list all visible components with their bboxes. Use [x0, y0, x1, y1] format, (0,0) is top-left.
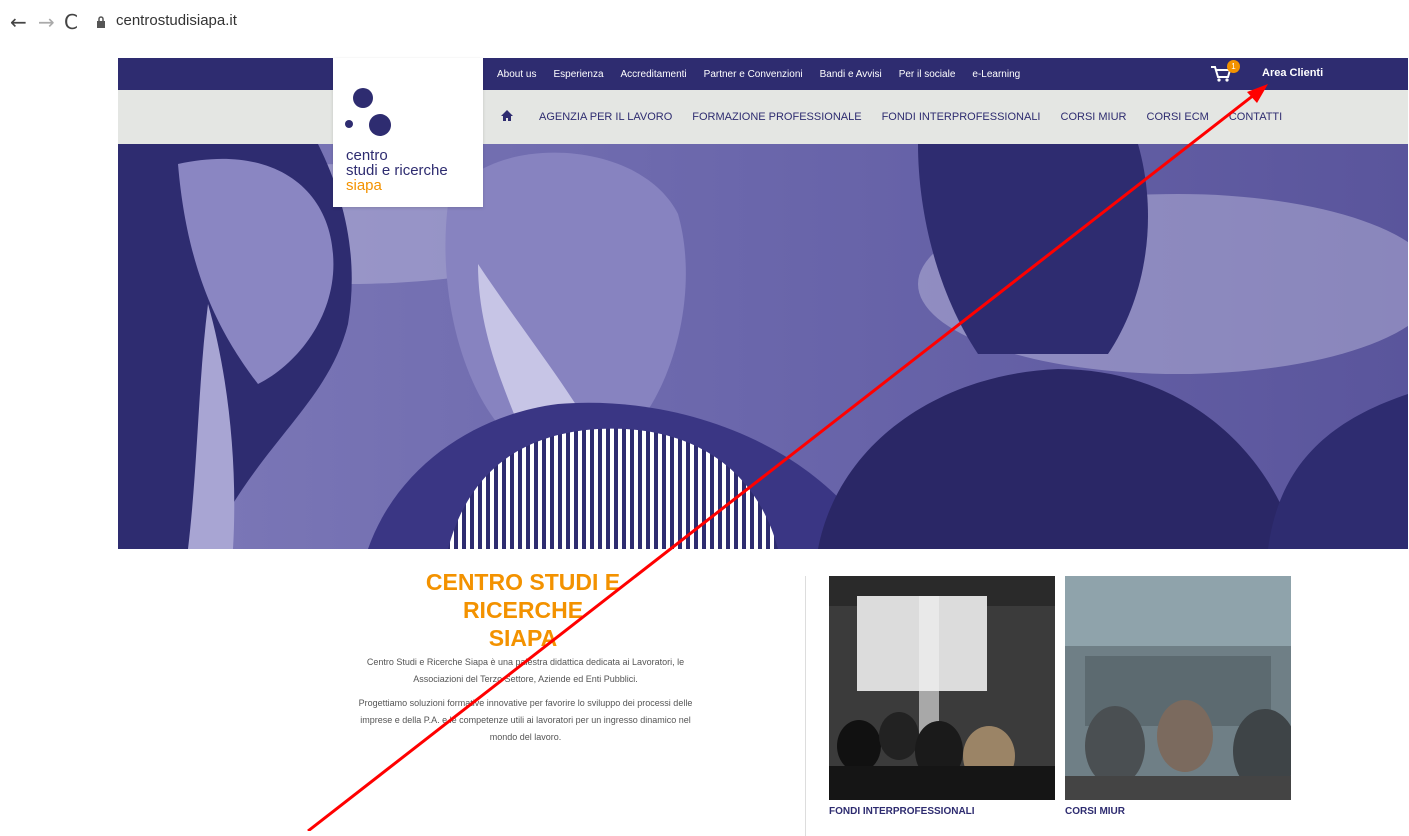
- intro-paragraph-1: Centro Studi e Ricerche Siapa è una pale…: [366, 657, 685, 684]
- nav-corsi-miur[interactable]: CORSI MIUR: [1061, 111, 1127, 123]
- nav-formazione[interactable]: FORMAZIONE PROFESSIONALE: [692, 111, 861, 123]
- nav-fondi[interactable]: FONDI INTERPROFESSIONALI: [882, 111, 1041, 123]
- intro-title-line-2: SIAPA: [488, 625, 558, 651]
- card-corsi-miur-label[interactable]: CORSI MIUR: [1065, 806, 1291, 817]
- classroom-image: [829, 576, 1055, 800]
- top-link-sociale[interactable]: Per il sociale: [899, 69, 956, 80]
- card-corsi-miur[interactable]: CORSI MIUR: [1065, 576, 1291, 817]
- logo-dot-medium: [369, 114, 391, 136]
- nav-agenzia-lavoro[interactable]: AGENZIA PER IL LAVORO: [539, 111, 672, 123]
- main-nav-items: AGENZIA PER IL LAVORO FORMAZIONE PROFESS…: [539, 90, 1302, 144]
- nav-corsi-ecm[interactable]: CORSI ECM: [1147, 111, 1209, 123]
- top-link-accreditamenti[interactable]: Accreditamenti: [621, 69, 687, 80]
- area-clienti-link[interactable]: Area Clienti: [1262, 67, 1323, 79]
- cart-count-badge: 1: [1227, 60, 1240, 73]
- home-icon[interactable]: [500, 109, 514, 122]
- intro-paragraph-2: Progettiamo soluzioni formative innovati…: [358, 698, 693, 742]
- website: About us Esperienza Accreditamenti Partn…: [118, 58, 1408, 836]
- hero-illustration: [118, 144, 1408, 549]
- lock-icon: [97, 16, 105, 28]
- reload-icon[interactable]: C: [64, 10, 78, 34]
- logo-text: centro studi e ricerche siapa: [346, 148, 448, 193]
- nav-contatti[interactable]: CONTATTI: [1229, 111, 1282, 123]
- card-fondi-label[interactable]: FONDI INTERPROFESSIONALI: [829, 806, 1055, 817]
- site-logo[interactable]: centro studi e ricerche siapa: [333, 58, 483, 207]
- card-fondi[interactable]: FONDI INTERPROFESSIONALI: [829, 576, 1055, 817]
- top-links: About us Esperienza Accreditamenti Partn…: [497, 58, 1020, 90]
- top-link-partner[interactable]: Partner e Convenzioni: [704, 69, 803, 80]
- intro-title: CENTRO STUDI E RICERCHE SIAPA: [368, 568, 678, 652]
- lecture-hall-image: [1065, 576, 1291, 800]
- hero-image: [118, 144, 1408, 549]
- logo-dot-small: [345, 120, 353, 128]
- content-divider: [805, 576, 806, 836]
- address-bar[interactable]: centrostudisiapa.it: [116, 12, 237, 29]
- forward-arrow-icon[interactable]: →: [38, 10, 55, 34]
- main-nav: AGENZIA PER IL LAVORO FORMAZIONE PROFESS…: [118, 90, 1408, 144]
- logo-line-2: studi e ricerche: [346, 162, 448, 179]
- top-link-about-us[interactable]: About us: [497, 69, 536, 80]
- top-bar: About us Esperienza Accreditamenti Partn…: [118, 58, 1408, 90]
- top-link-bandi[interactable]: Bandi e Avvisi: [820, 69, 882, 80]
- back-arrow-icon[interactable]: ←: [10, 10, 27, 34]
- logo-line-3: siapa: [346, 177, 382, 194]
- card-fondi-image: [829, 576, 1055, 800]
- card-corsi-miur-image: [1065, 576, 1291, 800]
- logo-line-1: centro: [346, 147, 388, 164]
- intro-title-line-1: CENTRO STUDI E RICERCHE: [425, 569, 621, 623]
- logo-dot-large: [353, 88, 373, 108]
- browser-toolbar: ← → C centrostudisiapa.it: [0, 0, 1409, 46]
- top-link-esperienza[interactable]: Esperienza: [553, 69, 603, 80]
- top-link-elearning[interactable]: e-Learning: [972, 69, 1020, 80]
